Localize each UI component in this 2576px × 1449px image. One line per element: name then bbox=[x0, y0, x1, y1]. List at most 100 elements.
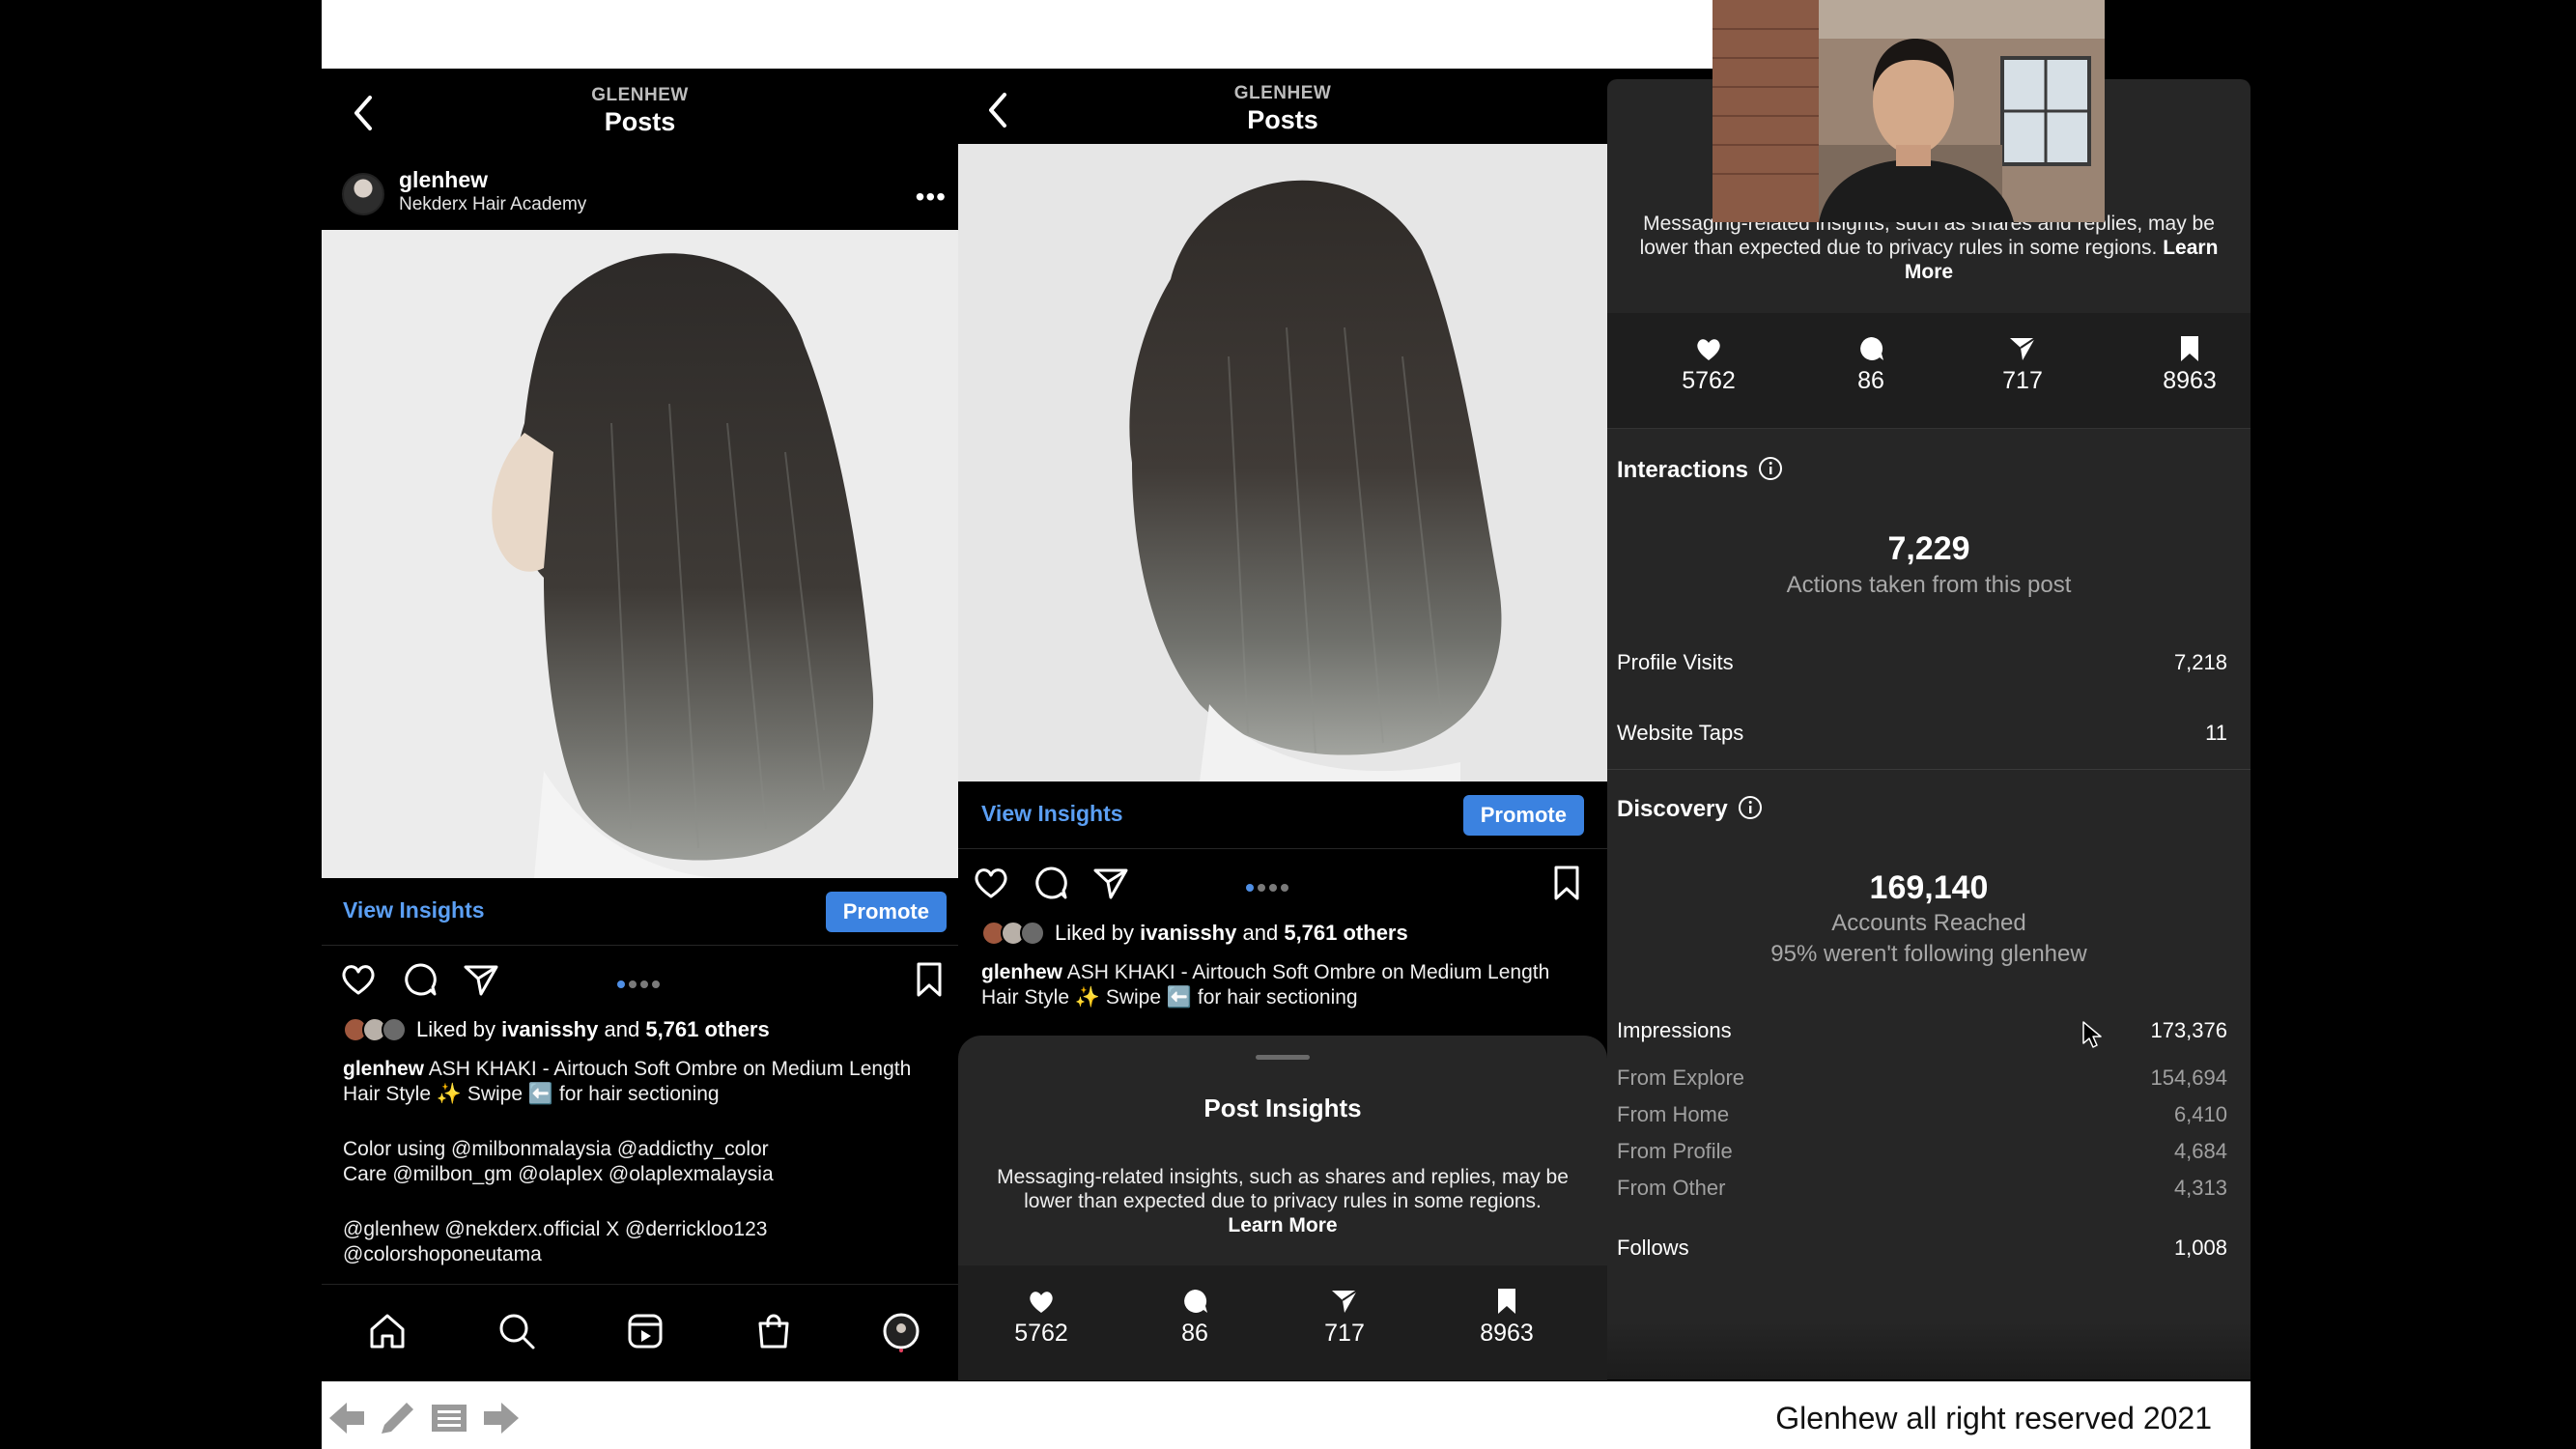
impressions-label: Impressions bbox=[1617, 1018, 1732, 1042]
source-label: From Explore bbox=[1617, 1065, 1745, 1090]
caption-username[interactable]: glenhew bbox=[343, 1058, 424, 1080]
share-icon[interactable] bbox=[1091, 864, 1130, 902]
liked-prefix: Liked by bbox=[1055, 921, 1134, 945]
post-author-row[interactable]: glenhew Nekderx Hair Academy ••• bbox=[322, 165, 958, 231]
heart-icon bbox=[1030, 1292, 1053, 1313]
follows-row: Follows 1,008 bbox=[1617, 1236, 2227, 1268]
interactions-heading: Interactions bbox=[1617, 456, 1783, 484]
carousel-dots bbox=[615, 976, 662, 993]
slide-footer: Glenhew all right reserved 2021 bbox=[322, 1381, 2250, 1449]
stat-likes: 5762 bbox=[1651, 334, 1767, 395]
comment-icon[interactable] bbox=[401, 960, 439, 999]
caption-tags: Color using @milbonmalaysia @addicthy_co… bbox=[343, 1138, 774, 1185]
follows-label: Follows bbox=[1617, 1236, 1689, 1260]
share-icon[interactable] bbox=[462, 960, 500, 999]
stat-likes: 5762 bbox=[983, 1287, 1099, 1348]
stat-shares-value: 717 bbox=[2002, 367, 2043, 394]
menu-icon[interactable] bbox=[428, 1399, 470, 1437]
stat-shares: 717 bbox=[1965, 334, 2081, 395]
insights-bottom-sheet[interactable]: Post Insights Messaging-related insights… bbox=[958, 1036, 1607, 1380]
liked-others[interactable]: 5,761 others bbox=[645, 1017, 769, 1041]
source-value: 154,694 bbox=[2150, 1065, 2227, 1090]
info-icon[interactable] bbox=[1738, 795, 1763, 820]
follows-value: 1,008 bbox=[2173, 1236, 2227, 1260]
stat-comments-value: 86 bbox=[1857, 367, 1884, 394]
author-subtitle: Nekderx Hair Academy bbox=[399, 194, 587, 214]
liked-user[interactable]: ivanisshy bbox=[1140, 921, 1236, 945]
accounts-reached-value: 169,140 bbox=[1869, 869, 1989, 906]
impressions-value: 173,376 bbox=[2150, 1018, 2227, 1042]
metric-label: Website Taps bbox=[1617, 721, 1744, 745]
accounts-reached-label: Accounts Reached bbox=[1831, 910, 2026, 936]
source-label: From Home bbox=[1617, 1102, 1730, 1126]
metric-row: Website Taps 11 bbox=[1617, 721, 2227, 753]
home-icon[interactable] bbox=[366, 1310, 409, 1352]
metric-value: 7,218 bbox=[2173, 650, 2227, 674]
post-actions bbox=[322, 952, 958, 1007]
post-caption: glenhew ASH KHAKI - Airtouch Soft Ombre … bbox=[343, 1057, 922, 1107]
post-photo[interactable] bbox=[322, 230, 958, 878]
liked-and: and bbox=[1242, 921, 1279, 945]
bottom-nav bbox=[322, 1284, 958, 1380]
arrow-right-icon[interactable] bbox=[480, 1399, 523, 1437]
bookmark-icon[interactable] bbox=[1547, 864, 1586, 902]
stat-saves: 8963 bbox=[1449, 1287, 1565, 1348]
header-title: Posts bbox=[604, 107, 676, 136]
liked-by-row[interactable]: Liked by ivanisshy and 5,761 others bbox=[981, 921, 1408, 948]
shop-icon[interactable] bbox=[752, 1310, 795, 1352]
stat-comments: 86 bbox=[1137, 1287, 1253, 1348]
arrow-left-icon[interactable] bbox=[326, 1399, 368, 1437]
interactions-total: 7,229 bbox=[1887, 530, 1970, 567]
bookmark-icon[interactable] bbox=[910, 960, 948, 999]
author-username[interactable]: glenhew bbox=[399, 167, 488, 193]
carousel-dots bbox=[1244, 879, 1290, 896]
liked-user[interactable]: ivanisshy bbox=[501, 1017, 598, 1041]
metric-label: Profile Visits bbox=[1617, 650, 1734, 674]
sheet-drag-handle[interactable] bbox=[1256, 1055, 1310, 1060]
header-title: Posts bbox=[1247, 105, 1318, 134]
panel-bottom-fade bbox=[1607, 1321, 2250, 1379]
source-value: 4,313 bbox=[2173, 1176, 2227, 1200]
promote-button[interactable]: Promote bbox=[825, 892, 947, 932]
stat-saves-value: 8963 bbox=[2163, 367, 2217, 394]
promote-button[interactable]: Promote bbox=[1462, 795, 1584, 836]
insights-bar: View Insights Promote bbox=[322, 878, 958, 946]
liked-and: and bbox=[604, 1017, 640, 1041]
source-value: 6,410 bbox=[2173, 1102, 2227, 1126]
posts-header: GLENHEW Posts bbox=[322, 69, 958, 168]
share-icon bbox=[2010, 337, 2036, 360]
share-icon bbox=[1332, 1290, 1358, 1313]
sheet-title: Post Insights bbox=[1203, 1094, 1362, 1122]
liked-others[interactable]: 5,761 others bbox=[1284, 921, 1407, 945]
heart-icon[interactable] bbox=[339, 960, 378, 999]
engagement-stats: 5762 86 717 8963 bbox=[1607, 313, 2250, 429]
view-insights-link[interactable]: View Insights bbox=[343, 897, 485, 923]
caption-username[interactable]: glenhew bbox=[981, 961, 1062, 983]
liked-prefix: Liked by bbox=[416, 1017, 495, 1041]
reels-icon[interactable] bbox=[624, 1310, 666, 1352]
profile-icon[interactable] bbox=[880, 1310, 922, 1352]
search-icon[interactable] bbox=[495, 1310, 538, 1352]
stat-likes-value: 5762 bbox=[1682, 367, 1736, 394]
liked-avatars bbox=[343, 1017, 409, 1044]
view-insights-link[interactable]: View Insights bbox=[981, 801, 1123, 827]
more-icon[interactable]: ••• bbox=[916, 182, 947, 213]
avatar[interactable] bbox=[342, 173, 384, 215]
post-insights-panel[interactable]: Post Insights Messaging-related insights… bbox=[1607, 79, 2250, 1379]
pen-icon[interactable] bbox=[376, 1399, 418, 1437]
liked-by-row[interactable]: Liked by ivanisshy and 5,761 others bbox=[343, 1017, 770, 1044]
header-username: GLENHEW bbox=[591, 85, 689, 105]
info-icon[interactable] bbox=[1758, 456, 1783, 481]
post-photo[interactable] bbox=[958, 144, 1607, 781]
learn-more-link[interactable]: Learn More bbox=[1228, 1214, 1337, 1236]
interactions-label: Interactions bbox=[1617, 457, 1749, 483]
metric-row: Profile Visits 7,218 bbox=[1617, 650, 2227, 683]
liked-avatars bbox=[981, 921, 1047, 948]
comment-icon bbox=[1860, 336, 1883, 360]
impressions-row: Impressions 173,376 bbox=[1617, 1018, 2227, 1051]
heart-icon[interactable] bbox=[972, 864, 1010, 902]
impression-source-row: From Explore 154,694 bbox=[1617, 1065, 2227, 1098]
comment-icon[interactable] bbox=[1032, 864, 1070, 902]
stat-comments: 86 bbox=[1813, 334, 1929, 395]
copyright-text: Glenhew all right reserved 2021 bbox=[1775, 1401, 2212, 1435]
